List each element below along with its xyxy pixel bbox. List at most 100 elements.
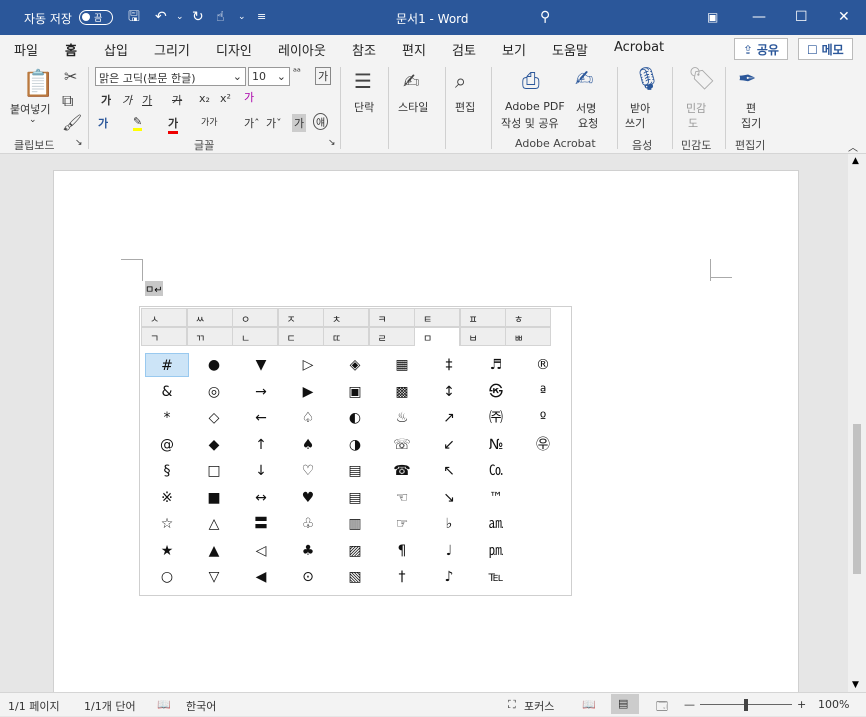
dictate-label[interactable]: 받아 [630, 100, 650, 116]
touch-dropdown-icon[interactable]: ⌄ [238, 9, 246, 25]
save-icon[interactable]: 🖫 [128, 9, 140, 25]
char-tab[interactable]: ㅆ [186, 308, 233, 327]
char-shading-icon[interactable]: 가 [292, 114, 307, 132]
symbol-cell[interactable]: ▶ [286, 380, 330, 404]
page-count[interactable]: 1/1 페이지 [8, 698, 60, 714]
adobe-pdf-icon[interactable]: ⎙ [522, 69, 540, 94]
font-grow-icon[interactable]: ᵃᵃ [293, 67, 301, 78]
vertical-scrollbar[interactable]: ▲ ▼ [848, 154, 866, 692]
char-tab[interactable]: ㅍ [459, 308, 506, 327]
maximize-icon[interactable]: ☐ [795, 9, 808, 25]
font-name-box[interactable]: 맑은 고딕(본문 한글) ⌄ [95, 67, 246, 86]
symbol-cell[interactable]: ☆ [145, 512, 189, 536]
paragraph-icon[interactable]: ☰ [354, 69, 372, 93]
web-layout-icon[interactable]: 🗔 [656, 698, 668, 717]
scroll-thumb[interactable] [853, 424, 861, 574]
symbol-cell[interactable]: ◈ [333, 353, 377, 377]
editor-label[interactable]: 편 [746, 100, 756, 116]
symbol-cell[interactable]: ♨ [380, 406, 424, 430]
char-tab[interactable]: ㅇ [232, 308, 278, 327]
tab-review[interactable]: 검토 [452, 40, 476, 59]
scroll-up-icon[interactable]: ▲ [852, 156, 859, 166]
char-spacing-icon[interactable]: 가가 [201, 115, 218, 128]
format-painter-icon[interactable]: 🖌 [62, 113, 82, 132]
symbol-cell[interactable]: → [239, 380, 283, 404]
symbol-cell[interactable]: ☎ [380, 459, 424, 483]
symbol-cell[interactable]: ▷ [286, 353, 330, 377]
symbol-cell[interactable]: ⊙ [286, 565, 330, 589]
zoom-out-icon[interactable]: — [684, 698, 695, 711]
symbol-cell[interactable]: ♤ [286, 406, 330, 430]
char-tab[interactable]: ㅁ [414, 327, 460, 346]
symbol-cell[interactable]: ª [521, 380, 565, 404]
sensitivity-icon[interactable]: 🏷 [688, 67, 716, 92]
tab-insert[interactable]: 삽입 [104, 40, 128, 59]
symbol-cell[interactable]: ㏇ [474, 459, 518, 483]
symbol-cell[interactable]: ♬ [474, 353, 518, 377]
symbol-cell[interactable]: ▨ [333, 539, 377, 563]
word-count[interactable]: 1/1개 단어 [84, 698, 136, 714]
sign-icon[interactable]: ✍ [575, 67, 593, 92]
symbol-cell[interactable]: ↗ [427, 406, 471, 430]
symbol-cell[interactable]: ◐ [333, 406, 377, 430]
symbol-cell[interactable]: ▲ [192, 539, 236, 563]
symbol-cell[interactable]: ↖ [427, 459, 471, 483]
symbol-cell[interactable]: † [380, 565, 424, 589]
italic-icon[interactable]: 가 [122, 92, 132, 108]
focus-label[interactable]: 포커스 [524, 698, 554, 714]
char-tab[interactable]: ㅊ [323, 308, 369, 327]
highlight-icon[interactable]: ✎ [133, 115, 143, 131]
phonetic-icon[interactable]: 가 [315, 67, 332, 85]
minimize-icon[interactable]: — [752, 9, 766, 25]
symbol-cell[interactable]: ↕ [427, 380, 471, 404]
adobe-create-label2[interactable]: 작성 및 공유 [501, 115, 559, 131]
clear-format-icon[interactable]: 가 [244, 89, 254, 105]
undo-icon[interactable]: ↶ [155, 9, 167, 25]
char-tab[interactable]: ㄲ [186, 327, 233, 346]
sign-label2[interactable]: 요청 [578, 115, 598, 131]
superscript-icon[interactable]: x² [220, 92, 231, 105]
symbol-cell[interactable]: ♪ [427, 565, 471, 589]
symbol-cell[interactable]: ▤ [333, 486, 377, 510]
symbol-cell[interactable]: □ [192, 459, 236, 483]
enclose-char-icon[interactable]: 얘 [313, 113, 329, 130]
symbol-cell[interactable]: ▼ [239, 353, 283, 377]
tab-view[interactable]: 보기 [502, 40, 526, 59]
symbol-cell[interactable]: ▤ [333, 459, 377, 483]
symbol-cell[interactable] [521, 486, 565, 510]
editing-label[interactable]: 편집 [455, 99, 475, 115]
font-color-icon[interactable]: 가 [168, 115, 179, 134]
paste-icon[interactable]: 📋 [22, 69, 54, 99]
char-tab[interactable]: ㄹ [368, 327, 415, 346]
paste-dropdown-icon[interactable]: ⌄ [29, 115, 37, 125]
symbol-cell[interactable]: ♩ [427, 539, 471, 563]
char-tab[interactable]: ㅈ [277, 308, 324, 327]
symbol-cell[interactable]: ○ [145, 565, 189, 589]
sign-label[interactable]: 서명 [576, 100, 596, 116]
symbol-cell[interactable]: § [145, 459, 189, 483]
symbol-cell[interactable]: ↔ [239, 486, 283, 510]
symbol-cell[interactable]: ‡ [427, 353, 471, 377]
tab-design[interactable]: 디자인 [216, 40, 252, 59]
tab-mailings[interactable]: 편지 [402, 40, 426, 59]
close-icon[interactable]: ✕ [838, 9, 850, 25]
text-effect-icon[interactable]: 가 [98, 115, 108, 131]
symbol-cell[interactable]: ◆ [192, 433, 236, 457]
symbol-cell[interactable]: № [474, 433, 518, 457]
font-launcher-icon[interactable]: ↘ [328, 138, 336, 148]
symbol-cell[interactable]: ↑ [239, 433, 283, 457]
symbol-cell[interactable]: ★ [145, 539, 189, 563]
touch-mode-icon[interactable]: ☝ [216, 9, 225, 25]
char-tab[interactable]: ㅌ [414, 308, 460, 327]
symbol-cell[interactable]: ▩ [380, 380, 424, 404]
ribbon-display-icon[interactable]: ▣ [707, 9, 718, 25]
styles-icon[interactable]: ✍ [403, 69, 420, 93]
symbol-cell[interactable]: ↓ [239, 459, 283, 483]
sensitivity-label2[interactable]: 도 [688, 115, 698, 131]
symbol-cell[interactable]: ♣ [286, 539, 330, 563]
share-button[interactable]: ⇪ 공유 [734, 38, 788, 60]
symbol-cell[interactable]: ® [521, 353, 565, 377]
char-tab[interactable]: ㅅ [141, 308, 187, 327]
symbol-cell[interactable]: ☜ [380, 486, 424, 510]
symbol-cell[interactable]: ◀ [239, 565, 283, 589]
